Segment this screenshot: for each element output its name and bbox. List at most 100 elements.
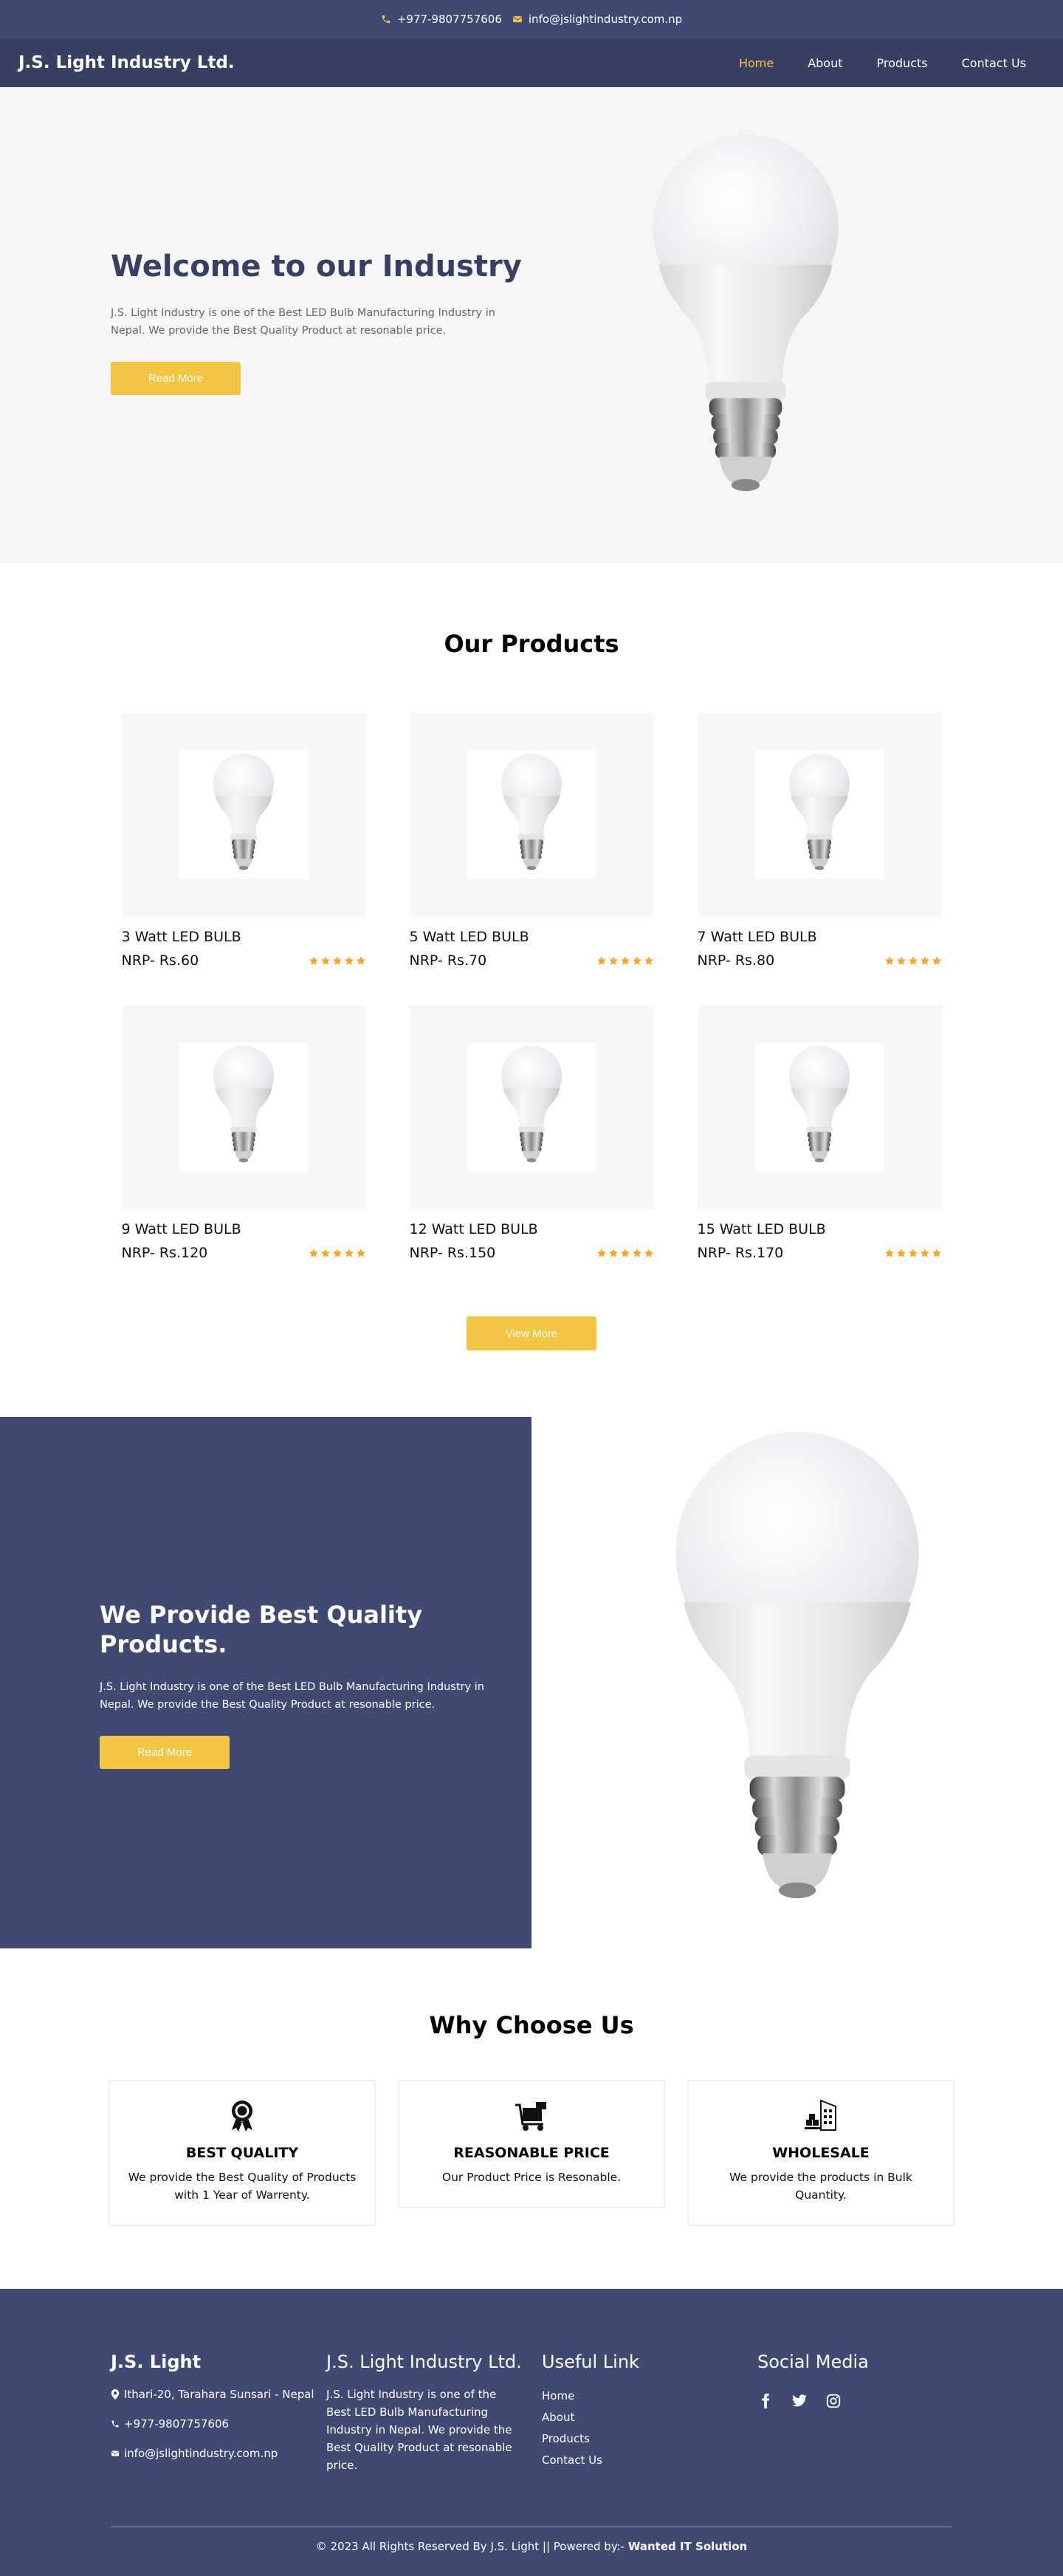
footer-link-contact[interactable]: Contact Us bbox=[542, 2450, 757, 2471]
quality-read-more-button[interactable]: Read More bbox=[100, 1736, 230, 1769]
why-choose-us-section: Why Choose Us BEST QUALITY We provide th… bbox=[0, 1948, 1063, 2226]
footer-link-about[interactable]: About bbox=[542, 2407, 757, 2428]
topbar-email[interactable]: info@jslightindustry.com.np bbox=[512, 13, 682, 26]
product-bulb-image bbox=[210, 752, 278, 878]
footer-phone-text: +977-9807757606 bbox=[124, 2417, 230, 2431]
nav-about[interactable]: About bbox=[808, 56, 842, 70]
product-card[interactable]: 12 Watt LED BULB NRP- Rs.150 bbox=[409, 1006, 654, 1261]
star-icon bbox=[632, 1248, 642, 1258]
twitter-icon[interactable] bbox=[791, 2393, 808, 2409]
footer-links-title: Useful Link bbox=[542, 2352, 639, 2372]
star-icon bbox=[332, 1248, 343, 1258]
topbar-phone[interactable]: +977-9807757606 bbox=[381, 13, 502, 26]
map-pin-icon bbox=[111, 2389, 120, 2400]
star-icon bbox=[908, 955, 918, 966]
product-price: NRP- Rs.80 bbox=[697, 952, 775, 969]
product-card[interactable]: 15 Watt LED BULB NRP- Rs.170 bbox=[697, 1006, 942, 1261]
star-icon bbox=[932, 1248, 942, 1258]
footer-social-title: Social Media bbox=[757, 2352, 869, 2372]
facebook-icon[interactable] bbox=[757, 2393, 774, 2409]
footer-link-home[interactable]: Home bbox=[542, 2386, 757, 2407]
brand-logo[interactable]: J.S. Light Industry Ltd. bbox=[18, 53, 235, 72]
hero-section: Welcome to our Industry J.S. Light Indus… bbox=[0, 87, 1063, 563]
why-card-price: REASONABLE PRICE Our Product Price is Re… bbox=[398, 2080, 665, 2208]
star-icon bbox=[932, 955, 942, 966]
star-icon bbox=[596, 1248, 607, 1258]
product-price: NRP- Rs.170 bbox=[697, 1245, 784, 1261]
product-name: 5 Watt LED BULB bbox=[409, 929, 529, 945]
product-image-frame bbox=[697, 1006, 942, 1209]
hero-read-more-button[interactable]: Read More bbox=[111, 362, 241, 395]
award-badge-icon bbox=[232, 2101, 252, 2132]
nav-products[interactable]: Products bbox=[877, 56, 928, 70]
footer-address-text: Ithari-20, Tarahara Sunsari - Nepal bbox=[124, 2388, 314, 2401]
product-bulb-image bbox=[498, 752, 565, 878]
quality-panel: We Provide Best Quality Products. J.S. L… bbox=[0, 1417, 532, 1948]
site-footer: J.S. Light Ithari-20, Tarahara Sunsari -… bbox=[0, 2289, 1063, 2576]
footer-link-products[interactable]: Products bbox=[542, 2428, 757, 2450]
product-image-frame bbox=[697, 713, 942, 916]
star-icon bbox=[608, 1248, 619, 1258]
why-card-quality: BEST QUALITY We provide the Best Quality… bbox=[109, 2080, 376, 2226]
product-bulb-image bbox=[498, 1045, 565, 1170]
star-icon bbox=[620, 955, 630, 966]
star-icon bbox=[884, 1248, 895, 1258]
product-image-frame bbox=[121, 1006, 366, 1209]
powered-by-link[interactable]: Wanted IT Solution bbox=[628, 2540, 747, 2553]
star-icon bbox=[896, 955, 907, 966]
star-icon bbox=[608, 955, 619, 966]
footer-email[interactable]: info@jslightindustry.com.np bbox=[111, 2445, 326, 2462]
topbar-phone-text: +977-9807757606 bbox=[396, 13, 502, 26]
instagram-icon[interactable] bbox=[825, 2393, 842, 2409]
hero-description: J.S. Light Industry is one of the Best L… bbox=[111, 307, 495, 337]
product-price: NRP- Rs.60 bbox=[121, 952, 199, 969]
why-card-text: Our Product Price is Resonable. bbox=[441, 2171, 622, 2184]
star-icon bbox=[884, 955, 895, 966]
nav-contact[interactable]: Contact Us bbox=[962, 56, 1026, 70]
star-icon bbox=[620, 1248, 630, 1258]
star-icon bbox=[644, 1248, 654, 1258]
nav-menu: Home About Products Contact Us bbox=[739, 56, 1026, 70]
products-title: Our Products bbox=[444, 630, 619, 658]
product-card[interactable]: 5 Watt LED BULB NRP- Rs.70 bbox=[409, 713, 654, 969]
product-bulb-image bbox=[785, 752, 853, 878]
product-name: 12 Watt LED BULB bbox=[409, 1221, 538, 1237]
hero-title: Welcome to our Industry bbox=[111, 250, 522, 284]
footer-about-text: J.S. Light Industry is one of the Best L… bbox=[326, 2388, 512, 2472]
footer-email-text: info@jslightindustry.com.np bbox=[124, 2447, 278, 2460]
star-icon bbox=[908, 1248, 918, 1258]
why-card-title: WHOLESALE bbox=[772, 2145, 870, 2161]
star-icon bbox=[320, 955, 331, 966]
quality-title: We Provide Best Quality Products. bbox=[100, 1601, 423, 1658]
footer-phone[interactable]: +977-9807757606 bbox=[111, 2415, 326, 2433]
why-title: Why Choose Us bbox=[429, 2011, 634, 2039]
product-price: NRP- Rs.70 bbox=[409, 952, 487, 969]
footer-about-title: J.S. Light Industry Ltd. bbox=[326, 2352, 522, 2372]
star-icon bbox=[896, 1248, 907, 1258]
phone-icon bbox=[382, 15, 391, 24]
product-name: 3 Watt LED BULB bbox=[121, 929, 241, 945]
star-icon bbox=[332, 955, 343, 966]
phone-icon bbox=[111, 2420, 119, 2428]
why-card-text: We provide the Best Quality of Products … bbox=[128, 2171, 357, 2202]
footer-brand: J.S. Light bbox=[111, 2352, 202, 2372]
star-rating bbox=[309, 1248, 366, 1258]
product-card[interactable]: 9 Watt LED BULB NRP- Rs.120 bbox=[121, 1006, 366, 1261]
star-rating bbox=[884, 955, 942, 966]
warehouse-icon bbox=[805, 2099, 836, 2131]
copyright-text: © 2023 All Rights Reserved By J.S. Light… bbox=[315, 2540, 628, 2553]
hero-text: Welcome to our Industry J.S. Light Indus… bbox=[111, 250, 524, 395]
star-icon bbox=[320, 1248, 331, 1258]
nav-home[interactable]: Home bbox=[739, 56, 774, 70]
product-price: NRP- Rs.120 bbox=[121, 1245, 208, 1261]
star-rating bbox=[309, 955, 366, 966]
why-card-title: REASONABLE PRICE bbox=[453, 2145, 610, 2161]
product-card[interactable]: 7 Watt LED BULB NRP- Rs.80 bbox=[697, 713, 942, 969]
envelope-icon bbox=[513, 16, 522, 23]
product-bulb-image bbox=[210, 1045, 278, 1170]
product-image-frame bbox=[409, 1006, 654, 1209]
product-card[interactable]: 3 Watt LED BULB NRP- Rs.60 bbox=[121, 713, 366, 969]
topbar-email-text: info@jslightindustry.com.np bbox=[528, 13, 683, 26]
products-section: Our Products 3 Watt LED BULB NRP- Rs.60 … bbox=[0, 563, 1063, 1350]
view-more-button[interactable]: View More bbox=[467, 1316, 596, 1350]
